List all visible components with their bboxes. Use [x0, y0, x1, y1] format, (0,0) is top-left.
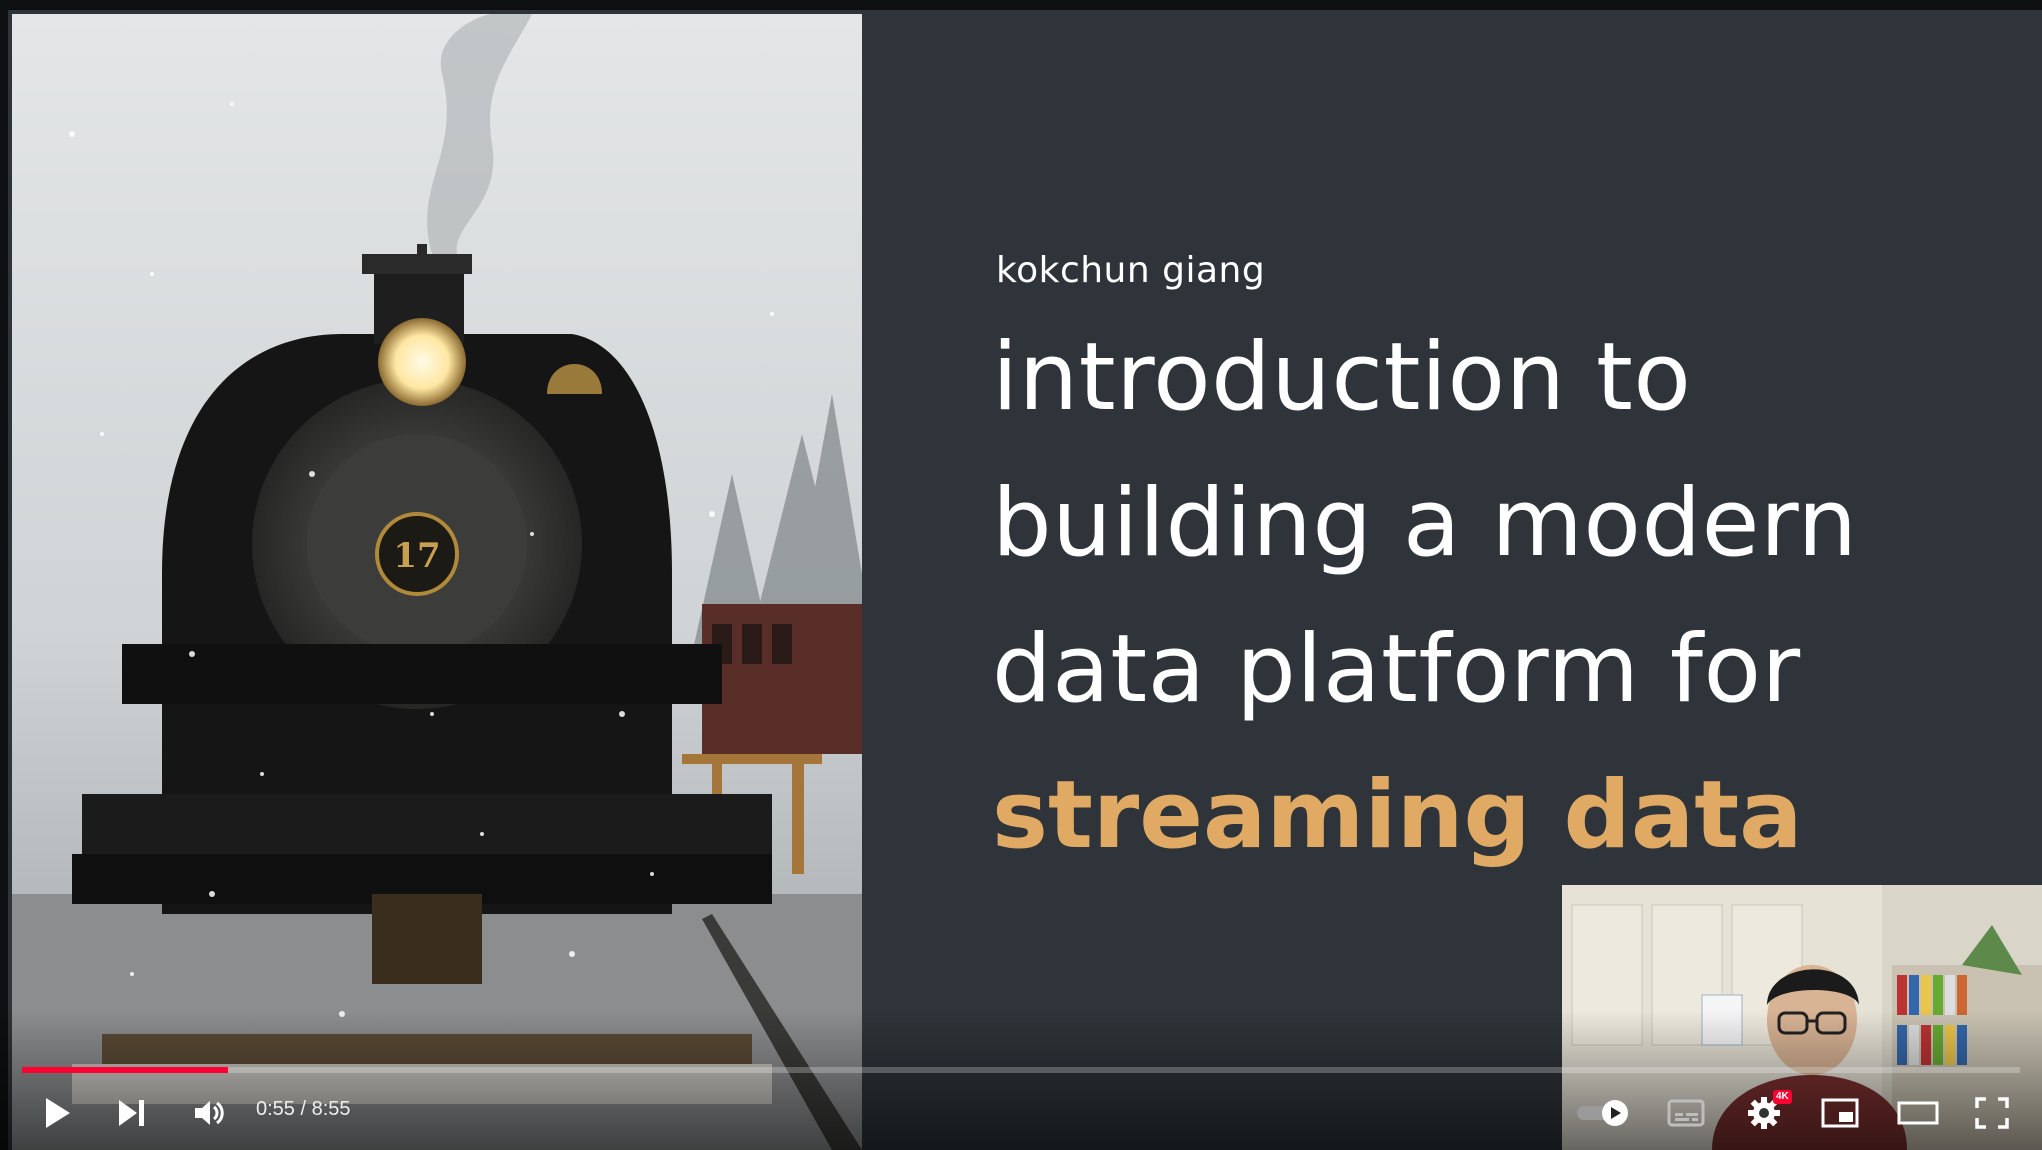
volume-icon — [195, 1101, 224, 1125]
theater-mode-icon — [1897, 1101, 1939, 1125]
play-button[interactable] — [36, 1090, 80, 1136]
next-button[interactable] — [110, 1090, 154, 1136]
title-accent: streaming data — [992, 761, 1803, 870]
miniplayer-button[interactable] — [1816, 1090, 1864, 1136]
fullscreen-icon — [1975, 1097, 2009, 1129]
autoplay-toggle[interactable] — [1574, 1090, 1634, 1136]
current-time: 0:55 — [256, 1098, 295, 1120]
theater-mode-button[interactable] — [1892, 1090, 1944, 1136]
progress-bar[interactable] — [22, 1067, 2020, 1073]
duration: 8:55 — [311, 1098, 351, 1120]
progress-played — [22, 1067, 228, 1073]
time-display: 0:55 / 8:55 — [256, 1098, 351, 1121]
locomotive-number: 17 — [393, 536, 440, 576]
title-line-1: introduction to — [992, 323, 1692, 432]
title-line-3: data platform for — [992, 615, 1801, 724]
locomotive-photo: 17 — [12, 14, 862, 1150]
slide-text: kokchun giang introduction to building a… — [986, 250, 1986, 889]
subtitles-icon — [1667, 1099, 1705, 1127]
time-separator: / — [294, 1098, 312, 1120]
play-icon — [46, 1098, 70, 1128]
subtitles-button[interactable] — [1662, 1090, 1710, 1136]
speaker-name: kokchun giang — [996, 250, 1266, 291]
video-player[interactable]: 17 kokchun giang introduction to buildin… — [0, 0, 2042, 1150]
autoplay-toggle-icon — [1577, 1100, 1628, 1126]
fullscreen-button[interactable] — [1968, 1090, 2016, 1136]
miniplayer-icon — [1821, 1098, 1859, 1128]
next-icon — [119, 1100, 144, 1126]
title-line-2: building a modern — [992, 469, 1858, 578]
volume-button[interactable] — [188, 1090, 232, 1136]
quality-badge: 4K — [1773, 1090, 1792, 1104]
